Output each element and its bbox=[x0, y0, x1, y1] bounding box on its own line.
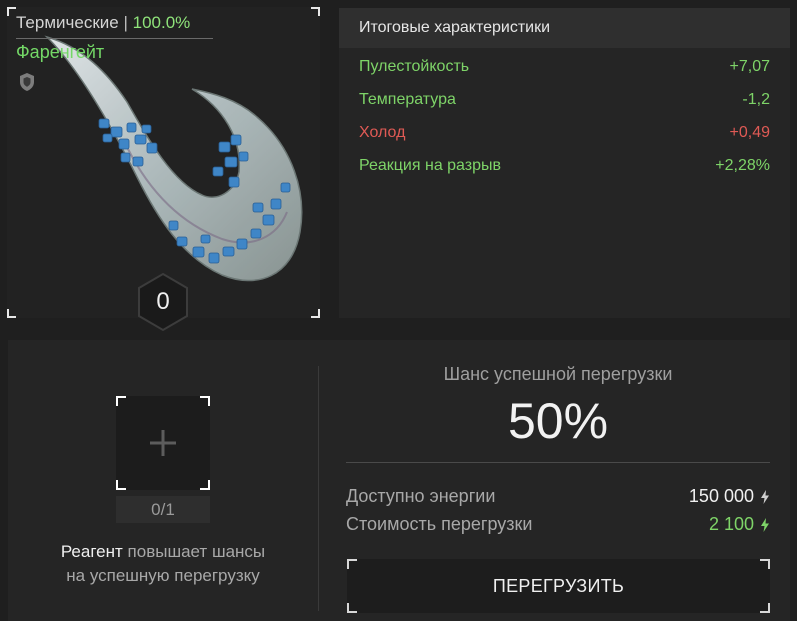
corner-bracket bbox=[200, 396, 210, 406]
corner-bracket bbox=[200, 480, 210, 490]
stat-value: -1,2 bbox=[742, 90, 770, 108]
artifact-card: Термические | 100.0% Фаренгейт 0 bbox=[7, 7, 320, 332]
reagent-hint-strong: Реагент bbox=[60, 542, 123, 561]
stat-name: Пулестойкость bbox=[359, 57, 470, 75]
corner-bracket bbox=[116, 396, 126, 406]
button-bracket-gap bbox=[347, 569, 357, 603]
reagent-hint-line1: повышает шансы bbox=[122, 542, 266, 561]
lightning-bolt-icon bbox=[761, 489, 769, 504]
stat-value: +7,07 bbox=[729, 57, 770, 75]
stat-value: +0,49 bbox=[729, 123, 770, 141]
stat-row: Холод +0,49 bbox=[339, 116, 790, 149]
reagent-hint-line2: на успешную перегрузку bbox=[66, 566, 260, 585]
corner-bracket bbox=[311, 7, 320, 16]
category-percent: 100.0% bbox=[132, 13, 191, 32]
category-underline bbox=[16, 38, 213, 39]
plus-icon bbox=[150, 430, 176, 456]
reagent-count: 0/1 bbox=[116, 496, 210, 523]
cost-label: Стоимость перегрузки bbox=[346, 514, 533, 534]
reagent-hint: Реагент повышает шансы на успешную перег… bbox=[18, 540, 308, 588]
stats-list: Пулестойкость +7,07 Температура -1,2 Хол… bbox=[339, 50, 790, 182]
chance-value: 50% bbox=[507, 393, 609, 449]
overload-button[interactable]: ПЕРЕГРУЗИТЬ bbox=[347, 559, 770, 613]
overload-button-label: ПЕРЕГРУЗИТЬ bbox=[492, 575, 625, 596]
panel-divider bbox=[318, 366, 319, 611]
corner-bracket bbox=[116, 480, 126, 490]
stat-value: +2,28% bbox=[715, 156, 770, 174]
energy-label: Доступно энергии bbox=[346, 486, 496, 506]
artifact-level: 0 bbox=[156, 288, 170, 315]
stat-row: Температура -1,2 bbox=[339, 83, 790, 116]
artifact-category: Термические | 100.0% bbox=[16, 13, 190, 33]
stats-title: Итоговые характеристики bbox=[339, 8, 790, 48]
overload-panel: 0/1 Реагент повышает шансы на успешную п… bbox=[8, 340, 790, 621]
corner-bracket bbox=[7, 7, 16, 16]
stats-panel: Итоговые характеристики Пулестойкость +7… bbox=[339, 8, 790, 318]
stat-row: Пулестойкость +7,07 bbox=[339, 50, 790, 83]
corner-bracket bbox=[311, 309, 320, 318]
lightning-bolt-icon bbox=[761, 517, 769, 532]
chance-divider bbox=[346, 462, 770, 463]
artifact-name: Фаренгейт bbox=[16, 42, 105, 62]
chance-label: Шанс успешной перегрузки bbox=[443, 364, 673, 384]
button-bracket-gap bbox=[760, 569, 770, 603]
category-label: Термические bbox=[16, 13, 119, 32]
reagent-slot[interactable] bbox=[116, 396, 210, 490]
stat-name: Температура bbox=[359, 90, 456, 108]
stat-row: Реакция на разрыв +2,28% bbox=[339, 149, 790, 182]
corner-bracket bbox=[7, 309, 16, 318]
cost-value: 2 100 bbox=[708, 514, 754, 534]
category-separator: | bbox=[123, 13, 128, 32]
cost-row: Стоимость перегрузки 2 100 bbox=[346, 514, 770, 535]
energy-row: Доступно энергии 150 000 bbox=[346, 486, 770, 507]
cost-value-group: 2 100 bbox=[709, 514, 770, 535]
stat-name: Реакция на разрыв bbox=[359, 156, 502, 174]
energy-value: 150 000 bbox=[688, 486, 754, 506]
energy-value-group: 150 000 bbox=[689, 486, 770, 507]
stat-name: Холод bbox=[359, 123, 406, 141]
shield-icon bbox=[20, 73, 34, 91]
